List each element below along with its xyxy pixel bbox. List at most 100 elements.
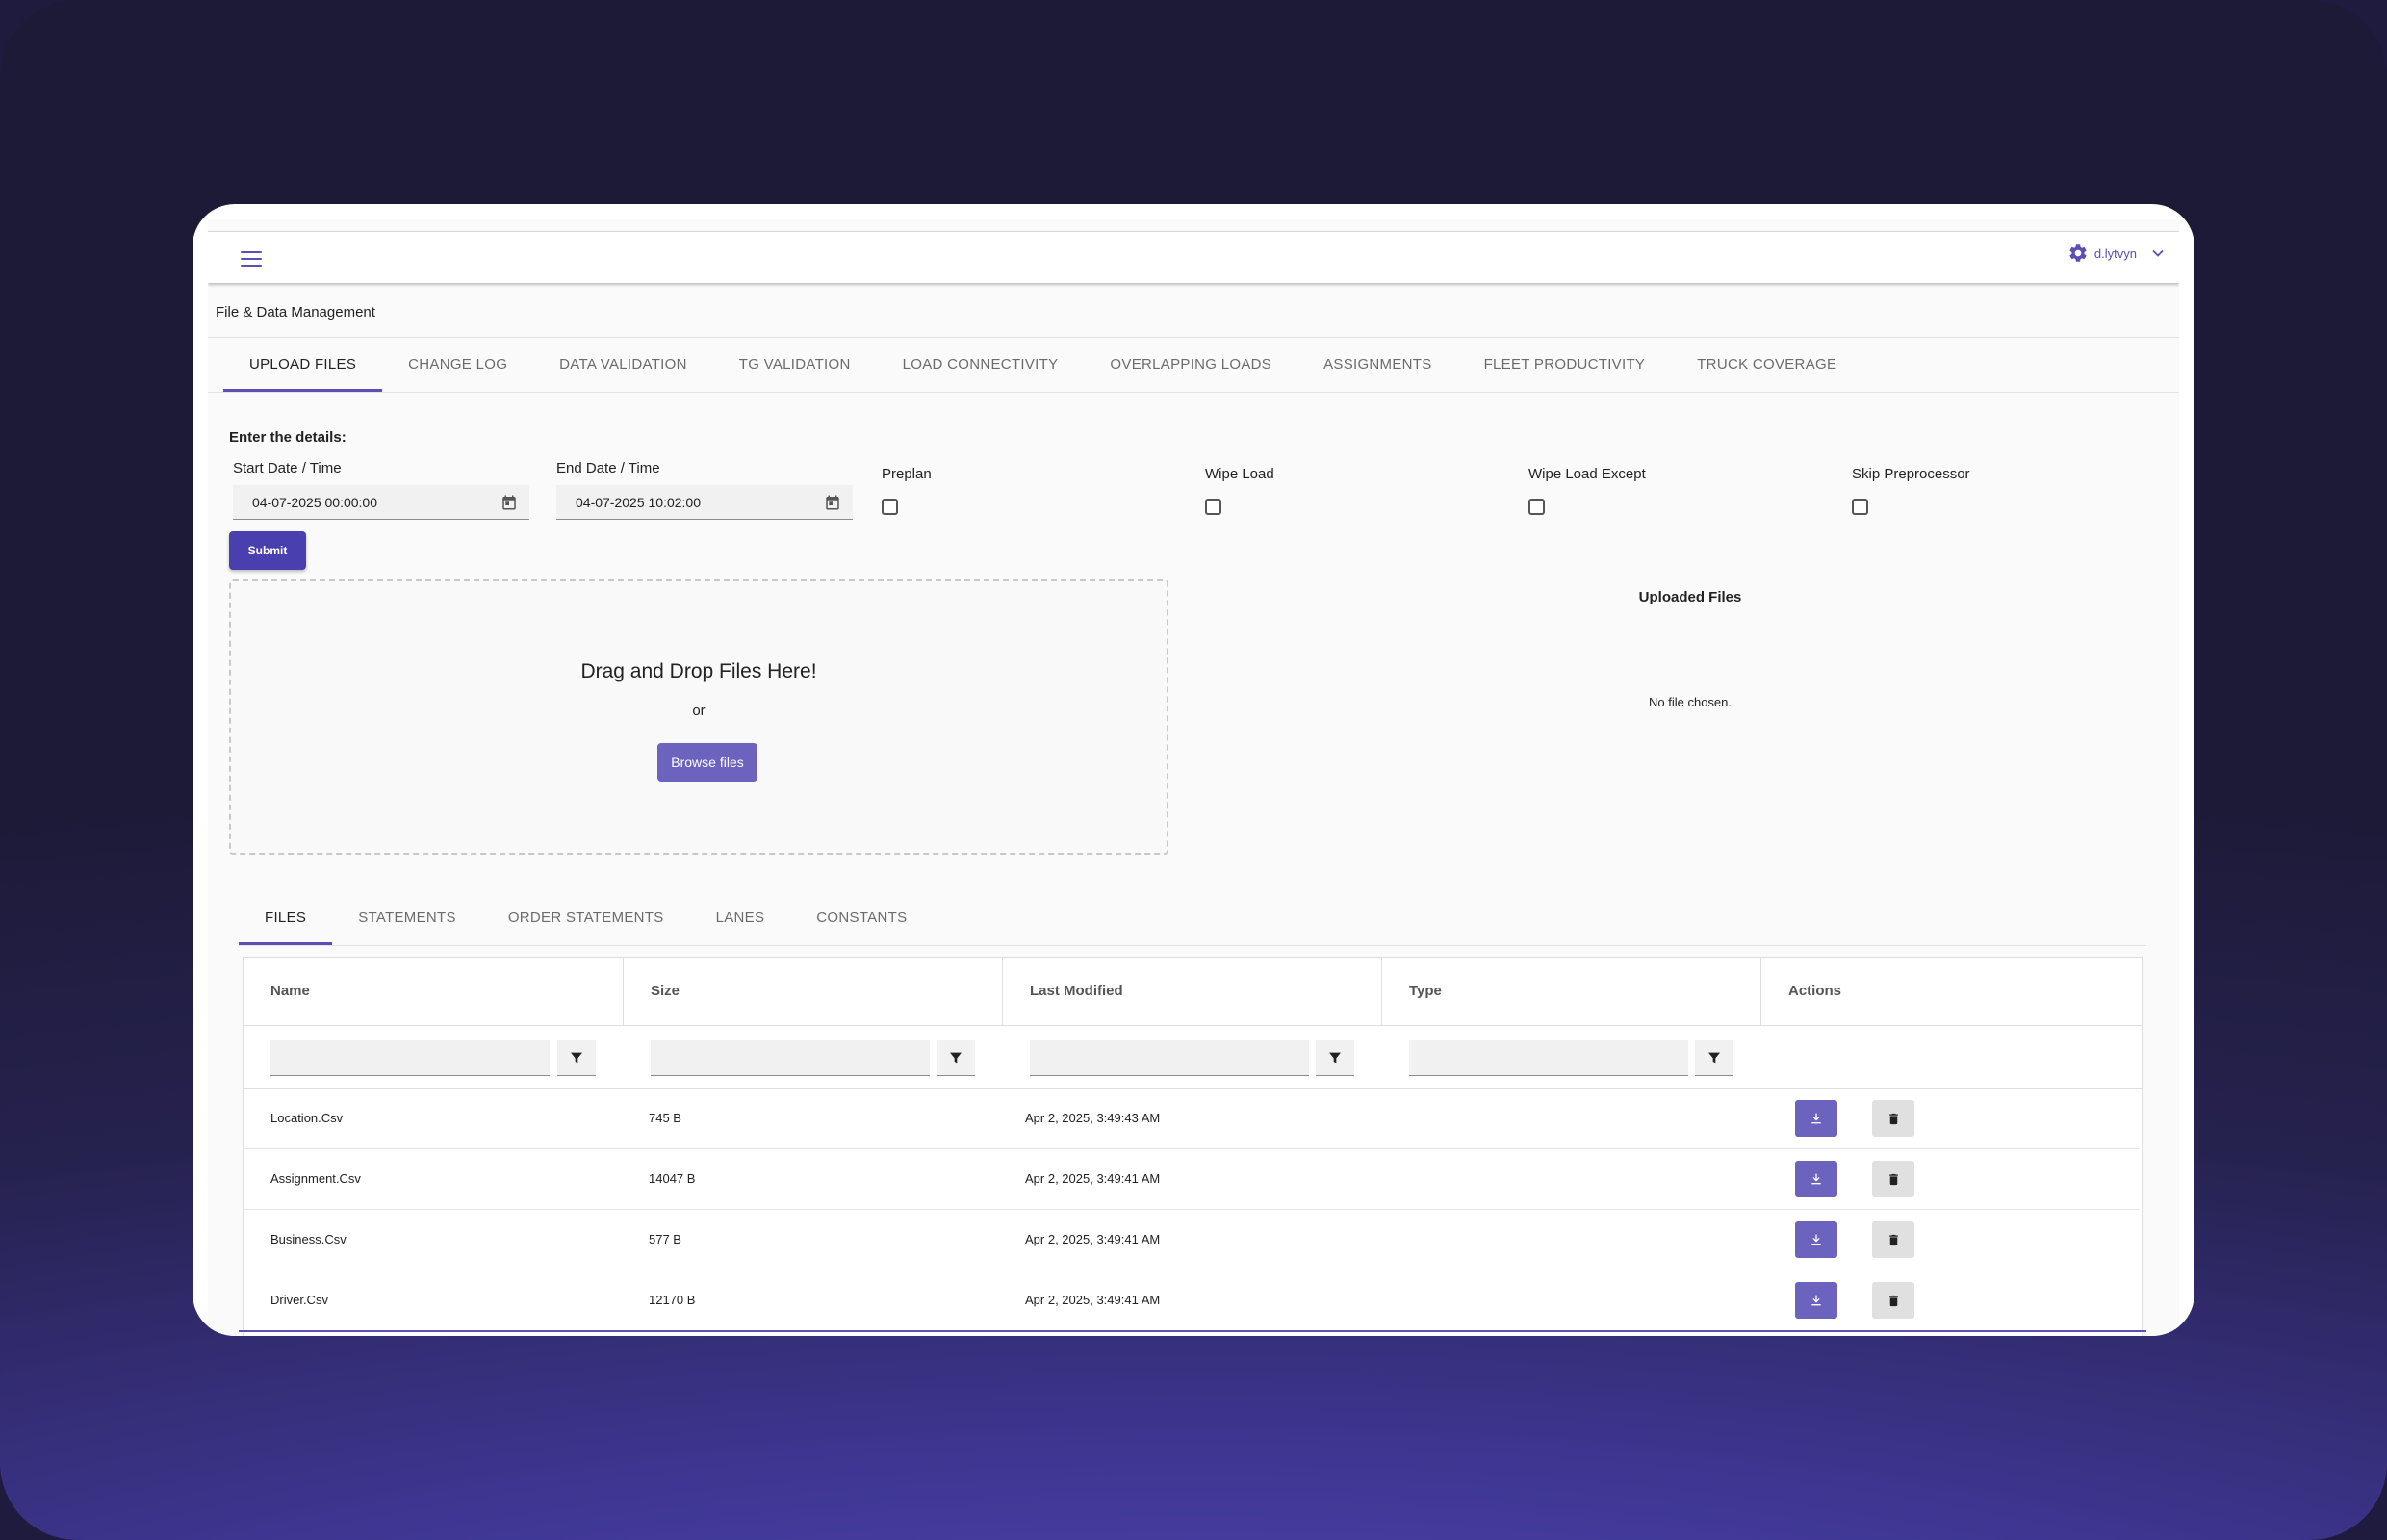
user-menu[interactable]: d.lytvyn <box>2067 242 2168 265</box>
file-modified: Apr 2, 2025, 3:49:43 AM <box>1025 1111 1161 1125</box>
modified-filter-input[interactable] <box>1030 1040 1309 1076</box>
dropzone-title: Drag and Drop Files Here! <box>580 660 817 682</box>
delete-button[interactable] <box>1872 1161 1914 1197</box>
hamburger-icon[interactable] <box>241 251 262 267</box>
chevron-down-icon <box>2152 249 2164 257</box>
tab-upload-files[interactable]: UPLOAD FILES <box>223 338 383 392</box>
end-date-input[interactable] <box>576 494 824 510</box>
file-dropzone[interactable]: Drag and Drop Files Here! or Browse file… <box>229 579 1168 855</box>
size-filter-input[interactable] <box>651 1040 930 1076</box>
column-header-last-modified[interactable]: Last Modified <box>1003 958 1382 1025</box>
name-filter-button[interactable] <box>557 1040 596 1076</box>
user-name: d.lytvyn <box>2093 245 2137 261</box>
start-date-field <box>233 485 529 520</box>
calendar-icon[interactable] <box>824 494 841 511</box>
download-button[interactable] <box>1795 1100 1837 1137</box>
wipe-load-label: Wipe Load <box>1205 466 1274 482</box>
tab-overlapping-loads[interactable]: OVERLAPPING LOADS <box>1084 338 1297 392</box>
wipe-load-checkbox[interactable] <box>1205 499 1221 515</box>
tab-change-log[interactable]: CHANGE LOG <box>382 338 533 392</box>
column-header-type[interactable]: Type <box>1382 958 1761 1025</box>
file-size: 745 B <box>649 1111 681 1125</box>
download-button[interactable] <box>1795 1282 1837 1319</box>
file-modified: Apr 2, 2025, 3:49:41 AM <box>1025 1171 1161 1186</box>
app-window: d.lytvyn File & Data Management UPLOAD F… <box>192 204 2194 1336</box>
form-heading: Enter the details: <box>229 429 346 446</box>
download-icon <box>1811 1295 1821 1306</box>
table-row: Assignment.Csv 14047 B Apr 2, 2025, 3:49… <box>244 1149 2140 1210</box>
modified-filter-button[interactable] <box>1316 1040 1354 1076</box>
submit-button[interactable]: Submit <box>229 531 306 570</box>
skip-preprocessor-checkbox[interactable] <box>1852 499 1868 515</box>
filter-icon <box>1708 1052 1720 1063</box>
files-table: Name Size Last Modified Type Actions Loc… <box>243 957 2143 1336</box>
table-row: Business.Csv 577 B Apr 2, 2025, 3:49:41 … <box>244 1210 2140 1270</box>
tab-load-connectivity[interactable]: LOAD CONNECTIVITY <box>877 338 1085 392</box>
scroll-indicator-line <box>239 1330 2146 1332</box>
tab-assignments[interactable]: ASSIGNMENTS <box>1297 338 1457 392</box>
tab-tg-validation[interactable]: TG VALIDATION <box>713 338 877 392</box>
file-size: 14047 B <box>649 1171 696 1186</box>
download-button[interactable] <box>1795 1221 1837 1258</box>
filter-icon <box>571 1052 582 1063</box>
tabs-divider <box>208 392 2179 393</box>
tab-constants[interactable]: CONSTANTS <box>790 891 933 945</box>
table-row: Location.Csv 745 B Apr 2, 2025, 3:49:43 … <box>244 1089 2140 1149</box>
app-content: d.lytvyn File & Data Management UPLOAD F… <box>208 219 2179 1336</box>
delete-button[interactable] <box>1872 1282 1914 1319</box>
file-name: Business.Csv <box>270 1232 346 1246</box>
subtabs-divider <box>239 945 2146 946</box>
no-file-message: No file chosen. <box>1649 695 1732 709</box>
start-date-label: Start Date / Time <box>233 460 342 476</box>
preplan-checkbox[interactable] <box>882 499 898 515</box>
column-header-actions: Actions <box>1788 983 1842 999</box>
gear-icon <box>2069 244 2087 262</box>
browse-files-button[interactable]: Browse files <box>657 743 757 782</box>
trash-icon <box>1888 1234 1898 1245</box>
start-date-input[interactable] <box>252 494 500 510</box>
trash-icon <box>1888 1173 1898 1185</box>
page-title: File & Data Management <box>216 304 375 321</box>
tab-files[interactable]: FILES <box>239 891 333 945</box>
download-icon <box>1811 1113 1821 1124</box>
type-filter-button[interactable] <box>1695 1040 1733 1076</box>
type-filter-input[interactable] <box>1409 1040 1688 1076</box>
trash-icon <box>1888 1295 1898 1306</box>
file-size: 577 B <box>649 1232 681 1246</box>
calendar-icon[interactable] <box>500 494 518 511</box>
column-header-size[interactable]: Size <box>624 958 1003 1025</box>
filter-icon <box>1329 1052 1341 1063</box>
sub-tabs: FILES STATEMENTS ORDER STATEMENTS LANES … <box>239 891 933 945</box>
filter-icon <box>950 1052 962 1063</box>
file-size: 12170 B <box>649 1293 696 1307</box>
tab-fleet-productivity[interactable]: FLEET PRODUCTIVITY <box>1458 338 1672 392</box>
top-bar: d.lytvyn <box>208 231 2179 283</box>
file-name: Assignment.Csv <box>270 1171 361 1186</box>
tab-statements[interactable]: STATEMENTS <box>332 891 482 945</box>
dropzone-or: or <box>692 703 706 719</box>
end-date-label: End Date / Time <box>556 460 660 476</box>
file-modified: Apr 2, 2025, 3:49:41 AM <box>1025 1232 1161 1246</box>
skip-preprocessor-label: Skip Preprocessor <box>1852 466 1970 482</box>
file-name: Driver.Csv <box>270 1293 328 1307</box>
preplan-label: Preplan <box>882 466 932 482</box>
tab-order-statements[interactable]: ORDER STATEMENTS <box>482 891 690 945</box>
wipe-load-except-checkbox[interactable] <box>1528 499 1545 515</box>
delete-button[interactable] <box>1872 1100 1914 1137</box>
download-icon <box>1811 1234 1821 1245</box>
tab-data-validation[interactable]: DATA VALIDATION <box>533 338 713 392</box>
tab-lanes[interactable]: LANES <box>690 891 791 945</box>
end-date-field <box>556 485 853 520</box>
download-icon <box>1811 1173 1821 1185</box>
delete-button[interactable] <box>1872 1221 1914 1258</box>
name-filter-input[interactable] <box>270 1040 550 1076</box>
file-name: Location.Csv <box>270 1111 344 1125</box>
size-filter-button[interactable] <box>937 1040 975 1076</box>
trash-icon <box>1888 1113 1898 1124</box>
download-button[interactable] <box>1795 1161 1837 1197</box>
tab-truck-coverage[interactable]: TRUCK COVERAGE <box>1671 338 1862 392</box>
column-header-name[interactable]: Name <box>244 958 624 1025</box>
table-row: Driver.Csv 12170 B Apr 2, 2025, 3:49:41 … <box>244 1270 2140 1331</box>
file-modified: Apr 2, 2025, 3:49:41 AM <box>1025 1293 1161 1307</box>
filter-row <box>244 1025 2142 1089</box>
